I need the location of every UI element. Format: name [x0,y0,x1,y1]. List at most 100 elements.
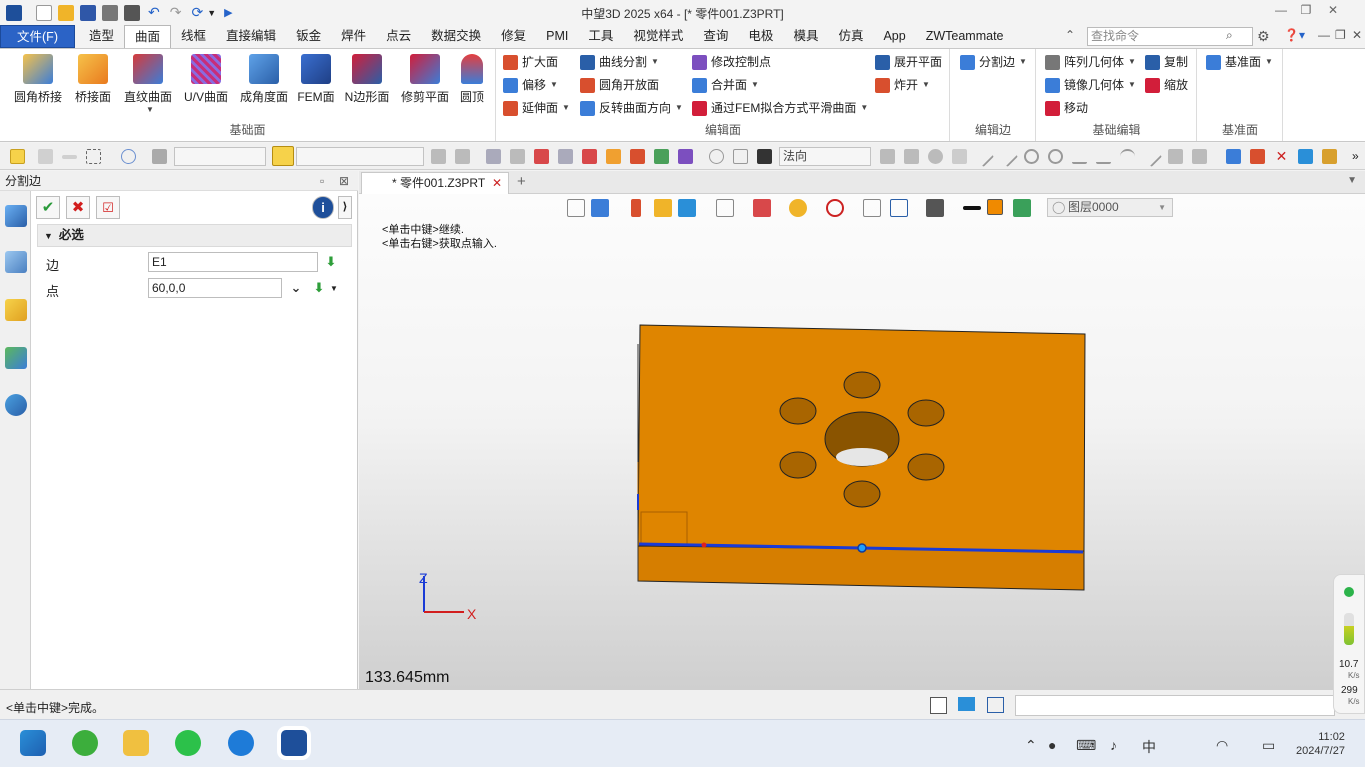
user-manager-icon[interactable] [5,394,27,416]
tool-10-icon[interactable] [709,149,724,164]
subtract-icon[interactable] [62,155,77,159]
tool-3-icon[interactable] [534,149,549,164]
reverse-normal-dropdown-icon[interactable]: ▼ [675,98,683,118]
print-icon[interactable] [102,4,118,21]
smart-pick-icon[interactable] [272,146,294,166]
hole-bottom[interactable] [843,480,881,508]
help-icon[interactable]: ❓▾ [1284,28,1305,42]
angled-surface-button[interactable]: 成角度面 [238,54,290,105]
doc-minimize-button[interactable]: — [1318,28,1330,42]
move-button[interactable]: 移动 [1045,98,1088,118]
battery-icon[interactable]: ▭ [1262,737,1275,754]
point-field-input[interactable]: 60,0,0 [148,278,282,298]
tab-electrode[interactable]: 电极 [738,25,783,48]
offset-button[interactable]: 偏移 ▼ [503,75,558,95]
curve-split-button[interactable]: 曲线分割 ▼ [580,52,659,72]
print-preview-icon[interactable] [124,4,140,21]
collapse-ribbon-icon[interactable]: ⌃ [1065,28,1075,42]
qq-icon[interactable]: ● [1048,737,1056,753]
extend-face-button[interactable]: 延伸面 ▼ [503,98,570,118]
reverse-normal-button[interactable]: 反转曲面方向 ▼ [580,98,683,118]
wifi-icon[interactable]: ◠ [1216,737,1228,754]
delete-icon[interactable]: ✕ [1274,149,1289,164]
polygon-select-icon[interactable] [121,149,136,164]
tool-18-icon[interactable] [1322,149,1337,164]
arc-tool-icon[interactable] [1120,149,1135,164]
modify-control-points-button[interactable]: 修改控制点 [692,52,771,72]
cube-tool-icon[interactable] [1226,149,1241,164]
undo-icon[interactable]: ↶ [148,4,160,21]
keyboard-icon[interactable]: ⌨ [1076,737,1096,754]
line-tool-icon[interactable] [972,145,995,168]
stop-icon[interactable] [757,149,772,164]
uv-surface-button[interactable]: U/V曲面 [182,54,230,105]
tab-pmi[interactable]: PMI [536,25,578,48]
line-tool-2-icon[interactable] [996,145,1019,168]
toolbar-more-icon[interactable]: » [1352,149,1365,164]
mirror-geometry-button[interactable]: 镜像几何体 ▼ [1045,75,1136,95]
open-folder-icon[interactable] [58,4,74,21]
tab-point-cloud[interactable]: 点云 [376,25,421,48]
tab-tools[interactable]: 工具 [578,25,623,48]
tab-wireframe[interactable]: 线框 [171,25,216,48]
enlarge-face-button[interactable]: 扩大面 [503,52,558,72]
tool-5-icon[interactable] [582,149,597,164]
tab-simulation[interactable]: 仿真 [828,25,873,48]
split-point-marker[interactable] [857,543,867,553]
graphics-viewport[interactable]: <单击中键>继续. <单击右键>获取点输入. ◯ 图层0000 ▼ Z X 13… [359,194,1365,689]
pattern-geometry-button[interactable]: 阵列几何体 ▼ [1045,52,1136,72]
tab-data-exchange[interactable]: 数据交换 [421,25,491,48]
filter-combo[interactable] [174,147,266,166]
tab-weldment[interactable]: 焊件 [331,25,376,48]
expand-panel-button[interactable]: ⟩ [338,196,352,219]
edit-tool-icon[interactable] [1250,149,1265,164]
tool-6-icon[interactable] [606,149,621,164]
dropdown-icon[interactable]: ▼ [207,8,216,18]
close-window-button[interactable]: ✕ [1322,3,1344,17]
cancel-button[interactable]: ✖ [66,196,90,219]
direction-combo[interactable]: 法向 [779,147,871,166]
tool-11-icon[interactable] [733,149,748,164]
cube-blue-icon[interactable] [1298,149,1313,164]
scale-button[interactable]: 缩放 [1145,75,1188,95]
hole-top-right[interactable] [907,399,945,427]
redo-icon[interactable]: ↷ [170,4,182,21]
doc-restore-button[interactable]: ❐ [1335,28,1346,42]
part-model[interactable] [359,194,1365,689]
status-monitor-icon[interactable] [958,697,975,711]
ime-icon[interactable]: 中 [1142,737,1156,757]
wechat-icon[interactable] [175,730,201,756]
tab-repair[interactable]: 修复 [491,25,536,48]
tool-9-icon[interactable] [678,149,693,164]
minimize-button[interactable]: — [1270,3,1292,17]
document-tab[interactable]: * 零件001.Z3PRT ✕ [361,172,509,194]
n-sided-surface-button[interactable]: N边形面 [343,54,391,105]
align-icon[interactable] [431,149,446,164]
curve-tool-icon[interactable] [1072,149,1087,164]
point-pick-icon[interactable]: ⬇ [311,280,327,296]
hole-bottom-left[interactable] [779,451,817,479]
bridge-surface-button[interactable]: 桥接面 [72,54,114,105]
required-section-header[interactable]: ▼ 必选 [37,224,352,247]
pen-tool-icon[interactable] [1140,145,1163,168]
tool-1-icon[interactable] [486,149,501,164]
close-tab-icon[interactable]: ✕ [492,173,502,193]
pick-combo[interactable] [296,147,424,166]
tab-mold[interactable]: 模具 [783,25,828,48]
curve-split-dropdown-icon[interactable]: ▼ [651,52,659,72]
tool-7-icon[interactable] [630,149,645,164]
tray-expand-icon[interactable]: ⌃ [1025,737,1037,754]
dome-button[interactable]: 圆顶 [457,54,487,105]
tool-16-icon[interactable] [1168,149,1183,164]
split-edge-dropdown-icon[interactable]: ▼ [1019,52,1027,72]
file-explorer-icon[interactable] [123,730,149,756]
pattern-dropdown-icon[interactable]: ▼ [1128,52,1136,72]
add-icon[interactable] [38,149,53,164]
snap-icon[interactable] [455,149,470,164]
status-list-icon[interactable] [987,697,1004,713]
tab-file[interactable]: 文件(F) [0,25,75,48]
curve-tool-2-icon[interactable] [1096,149,1111,164]
circle-tool-2-icon[interactable] [1048,149,1063,164]
image-manager-icon[interactable] [5,347,27,369]
trim-plane-button[interactable]: 修剪平面 [399,54,451,105]
